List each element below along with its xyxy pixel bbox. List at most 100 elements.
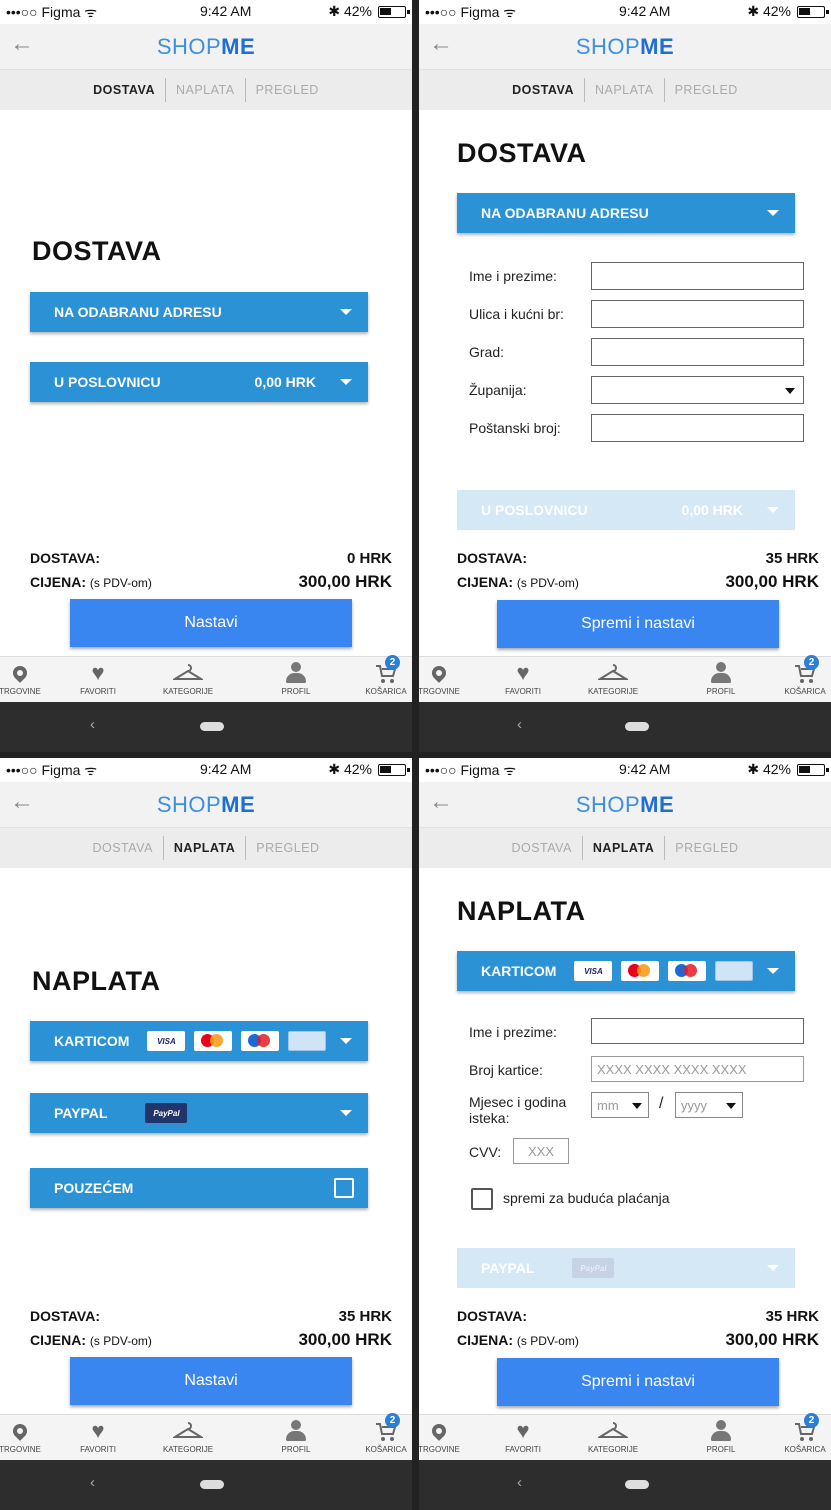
step-naplata[interactable]: NAPLATA	[164, 841, 245, 855]
step-pregled[interactable]: PREGLED	[246, 83, 329, 97]
paypal-payment-dropdown[interactable]: PAYPAL PayPal	[30, 1093, 368, 1133]
nav-home-pill[interactable]	[200, 1480, 224, 1489]
location-pin-icon	[429, 663, 449, 683]
card-payment-dropdown[interactable]: KARTICOM VISA	[457, 951, 795, 991]
step-naplata[interactable]: NAPLATA	[166, 83, 245, 97]
heart-icon: ♥	[91, 1418, 105, 1443]
step-pregled[interactable]: PREGLED	[665, 841, 748, 855]
delivery-store-dropdown[interactable]: U POSLOVNICU 0,00 HRK	[30, 362, 368, 402]
step-pregled[interactable]: PREGLED	[246, 841, 329, 855]
chevron-down-icon	[767, 507, 779, 513]
tab-profil[interactable]: PROFIL	[266, 659, 326, 696]
step-naplata[interactable]: NAPLATA	[585, 83, 664, 97]
expiry-month-select[interactable]: mm	[591, 1092, 649, 1118]
app-header: ← SHOPME	[419, 24, 831, 70]
postal-field[interactable]	[591, 414, 804, 442]
cart-badge: 2	[385, 1413, 400, 1428]
tab-profil[interactable]: PROFIL	[691, 1417, 751, 1454]
phone-delivery-address-form: •••○○ Figma ᯤ 9:42 AM ✱ 42% ← SHOPME DOS…	[419, 0, 831, 752]
expiry-label: Mjesec i godina isteka:	[469, 1094, 567, 1126]
delivery-value: 35 HRK	[338, 1308, 392, 1325]
nav-back-icon[interactable]: ‹	[90, 716, 95, 733]
save-continue-button[interactable]: Spremi i nastavi	[497, 1358, 779, 1406]
app-logo: SHOPME	[156, 34, 256, 59]
delivery-address-dropdown[interactable]: NA ODABRANU ADRESU	[457, 193, 795, 233]
step-dostava[interactable]: DOSTAVA	[502, 83, 584, 97]
horizontal-divider	[0, 752, 831, 758]
cart-badge: 2	[804, 1413, 819, 1428]
delivery-address-dropdown[interactable]: NA ODABRANU ADRESU	[30, 292, 368, 332]
bottom-tab-bar: TRGOVINE ♥ FAVORITI KATEGORIJE PROFIL 2 KO…	[419, 655, 831, 702]
step-dostava[interactable]: DOSTAVA	[83, 83, 165, 97]
tab-favoriti[interactable]: ♥ FAVORITI	[68, 1417, 128, 1454]
save-continue-button[interactable]: Spremi i nastavi	[497, 600, 779, 648]
tab-trgovine[interactable]: TRGOVINE	[0, 659, 50, 696]
step-dostava[interactable]: DOSTAVA	[501, 841, 581, 855]
cod-checkbox[interactable]	[334, 1178, 354, 1198]
tab-kategorije[interactable]: KATEGORIJE	[158, 659, 218, 696]
maestro-logo-icon	[668, 961, 707, 981]
street-field[interactable]	[591, 300, 804, 328]
nav-back-icon[interactable]: ‹	[517, 716, 522, 733]
tab-trgovine[interactable]: TRGOVINE	[419, 1417, 469, 1454]
status-bar: •••○○ Figma ᯤ 9:42 AM ✱ 42%	[419, 758, 831, 782]
tab-kategorije[interactable]: KATEGORIJE	[158, 1417, 218, 1454]
bottom-tab-bar: TRGOVINE ♥ FAVORITI KATEGORIJE PROFIL 2 KO…	[0, 1413, 412, 1460]
carrier-label: •••○○ Figma ᯤ	[425, 4, 517, 20]
tab-profil[interactable]: PROFIL	[691, 659, 751, 696]
app-header: ← SHOPME	[419, 782, 831, 828]
tab-kosarica[interactable]: 2 KOŠARICA	[356, 1413, 412, 1454]
tab-favoriti[interactable]: ♥ FAVORITI	[68, 659, 128, 696]
nav-home-pill[interactable]	[625, 722, 649, 731]
tab-kosarica[interactable]: 2 KOŠARICA	[775, 1413, 831, 1454]
amex-logo-icon	[288, 1031, 327, 1051]
continue-button[interactable]: Nastavi	[70, 1357, 352, 1405]
tab-kosarica[interactable]: 2 KOŠARICA	[356, 655, 412, 696]
heart-icon: ♥	[516, 660, 530, 685]
nav-home-pill[interactable]	[625, 1480, 649, 1489]
nav-back-icon[interactable]: ‹	[90, 1474, 95, 1491]
carrier-label: •••○○ Figma ᯤ	[6, 4, 98, 20]
person-icon	[286, 1420, 306, 1442]
battery-label: ✱ 42%	[747, 761, 791, 777]
county-select[interactable]	[591, 376, 804, 404]
name-field[interactable]	[591, 262, 804, 290]
tab-kategorije[interactable]: KATEGORIJE	[583, 1417, 643, 1454]
card-number-field[interactable]: XXXX XXXX XXXX XXXX	[591, 1056, 804, 1082]
hanger-icon	[598, 663, 628, 683]
dropdown-arrow-icon	[726, 1103, 736, 1109]
delivery-store-dropdown[interactable]: U POSLOVNICU 0,00 HRK	[457, 490, 795, 530]
save-card-checkbox[interactable]	[471, 1188, 493, 1210]
tab-profil[interactable]: PROFIL	[266, 1417, 326, 1454]
paypal-payment-dropdown[interactable]: PAYPAL PayPal	[457, 1248, 795, 1288]
checkout-steps: DOSTAVA NAPLATA PREGLED	[0, 70, 412, 110]
hanger-icon	[173, 1421, 203, 1441]
cardholder-name-field[interactable]	[591, 1018, 804, 1044]
bottom-tab-bar: TRGOVINE ♥ FAVORITI KATEGORIJE PROFIL 2 KO…	[419, 1413, 831, 1460]
step-pregled[interactable]: PREGLED	[665, 83, 748, 97]
location-pin-icon	[10, 663, 30, 683]
bottom-tab-bar: TRGOVINE ♥ FAVORITI KATEGORIJE PROFIL 2 KO…	[0, 655, 412, 702]
tab-kategorije[interactable]: KATEGORIJE	[583, 659, 643, 696]
step-dostava[interactable]: DOSTAVA	[82, 841, 162, 855]
expiry-year-select[interactable]: yyyy	[675, 1092, 743, 1118]
tab-favoriti[interactable]: ♥ FAVORITI	[493, 659, 553, 696]
continue-button[interactable]: Nastavi	[70, 599, 352, 647]
cash-on-delivery-option[interactable]: POUZEĆEM	[30, 1168, 368, 1208]
nav-back-icon[interactable]: ‹	[517, 1474, 522, 1491]
battery-label: ✱ 42%	[328, 761, 372, 777]
cvv-field[interactable]: XXX	[513, 1138, 569, 1164]
tab-trgovine[interactable]: TRGOVINE	[419, 659, 469, 696]
tab-favoriti[interactable]: ♥ FAVORITI	[493, 1417, 553, 1454]
visa-logo-icon: VISA	[147, 1031, 186, 1051]
tab-kosarica[interactable]: 2 KOŠARICA	[775, 655, 831, 696]
city-field[interactable]	[591, 338, 804, 366]
chevron-down-icon	[767, 210, 779, 216]
cart-icon: 2	[374, 1413, 400, 1443]
tab-trgovine[interactable]: TRGOVINE	[0, 1417, 50, 1454]
card-payment-dropdown[interactable]: KARTICOM VISA	[30, 1021, 368, 1061]
paypal-logo: PayPal	[145, 1103, 188, 1123]
nav-home-pill[interactable]	[200, 722, 224, 731]
delivery-value: 35 HRK	[765, 550, 819, 567]
step-naplata[interactable]: NAPLATA	[583, 841, 664, 855]
